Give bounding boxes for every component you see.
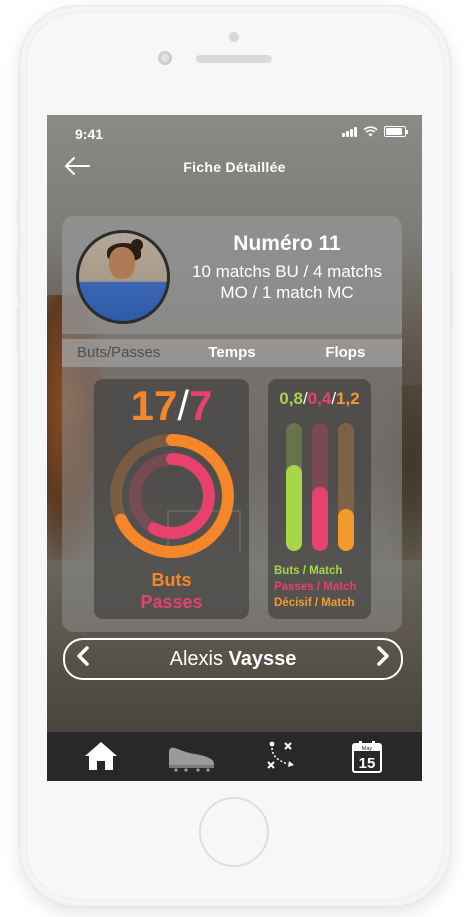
rings-legend: Buts Passes (94, 569, 249, 613)
matches-line-2: MO / 1 match MC (220, 283, 354, 302)
legend-assists: Passes (140, 592, 203, 612)
ratios-values: 0,8/0,4/1,2 (268, 389, 371, 409)
avatar (76, 230, 170, 324)
status-time: 9:41 (75, 126, 104, 142)
tab-tactics[interactable] (264, 740, 298, 774)
player-selector: Alexis Vaysse (63, 638, 403, 680)
wifi-icon (363, 126, 378, 137)
tab-buts-passes[interactable]: Buts/Passes (62, 339, 175, 367)
battery-icon (384, 126, 408, 137)
phone-speaker (196, 55, 272, 63)
profile-header: Numéro 11 10 matchs BU / 4 matchs MO / 1… (62, 216, 402, 334)
goals-bar-track (286, 423, 302, 551)
legend-goals: Buts (151, 570, 192, 590)
football-boot-icon (169, 747, 214, 772)
goals-assists-panel: 17/7 Buts Passes (94, 379, 249, 619)
tab-boots[interactable] (166, 740, 216, 774)
assists-bar-track (312, 423, 328, 551)
calendar-day: 15 (359, 755, 376, 772)
goals-assists-score: 17/7 (94, 381, 249, 431)
ratio-bars (282, 423, 358, 551)
goals-per-match: 0,8 (279, 389, 303, 408)
assists-bar (312, 487, 328, 551)
decisive-bar-track (338, 423, 354, 551)
phone-home-button[interactable] (199, 797, 269, 867)
next-player-button[interactable] (375, 644, 391, 672)
tab-flops[interactable]: Flops (289, 339, 402, 367)
page-title: Fiche Détaillée (183, 159, 286, 175)
phone-side-button (17, 200, 20, 226)
phone-volume-down (17, 308, 20, 354)
matches-line-1: 10 matchs BU / 4 matchs (192, 262, 382, 281)
status-icons (342, 126, 408, 137)
bars-legend: Buts / Match Passes / Match Décisif / Ma… (274, 563, 374, 611)
signal-icon (342, 126, 357, 137)
legend-goals-per-match: Buts / Match (274, 565, 343, 577)
nav-bar: Fiche Détaillée (47, 151, 422, 181)
player-first-name: Alexis (169, 648, 223, 670)
phone-sensor (229, 32, 239, 42)
assists-per-match: 0,4 (307, 389, 332, 408)
ratios-panel: 0,8/0,4/1,2 Buts / Match Passes / Match … (268, 379, 371, 619)
bottom-tab-bar: May 15 (47, 732, 422, 781)
phone-volume-up (17, 250, 20, 296)
chevron-right-icon (377, 646, 389, 666)
status-bar: 9:41 (47, 115, 422, 151)
legend-decisive-per-match: Décisif / Match (274, 597, 355, 609)
player-name: Alexis Vaysse (65, 648, 401, 671)
goals-bar (286, 465, 302, 551)
profile-title: Numéro 11 (233, 232, 341, 255)
tab-calendar[interactable]: May 15 (351, 740, 383, 774)
phone-power-button (450, 270, 453, 330)
front-camera-icon (158, 51, 172, 65)
stats-tabs: Buts/Passes Temps Flops (62, 339, 402, 367)
app-screen: 9:41 Fiche Détaillée Numéro 11 10 matchs… (47, 115, 422, 781)
player-last-name: Vaysse (228, 648, 297, 670)
matches-summary: 10 matchs BU / 4 matchs MO / 1 match MC (172, 261, 402, 303)
goals-assists-rings (110, 434, 234, 558)
tactics-board-icon (267, 741, 294, 769)
calendar-icon: May 15 (352, 741, 382, 773)
tab-home[interactable] (83, 740, 119, 774)
calendar-month: May (362, 746, 373, 752)
decisive-per-match: 1,2 (336, 389, 360, 408)
score-separator: / (177, 382, 190, 429)
decisive-bar (338, 508, 354, 551)
player-card: Numéro 11 10 matchs BU / 4 matchs MO / 1… (62, 216, 402, 632)
home-icon (85, 742, 117, 770)
assists-count: 7 (189, 382, 213, 429)
tab-temps[interactable]: Temps (175, 339, 288, 367)
legend-assists-per-match: Passes / Match (274, 581, 357, 593)
goals-count: 17 (130, 382, 178, 429)
